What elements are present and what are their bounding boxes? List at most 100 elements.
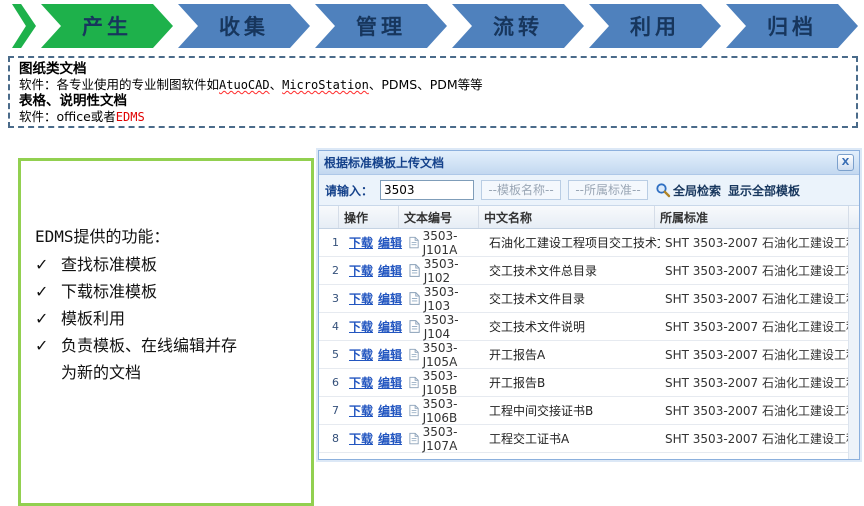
doc-chinese-name: 开工报告B [484, 374, 660, 391]
row-actions: 下载编辑 [344, 402, 404, 419]
drawings-heading: 图纸类文档 [19, 61, 847, 77]
row-actions: 下载编辑 [344, 430, 404, 447]
download-link[interactable]: 下载 [349, 318, 373, 335]
item-text: 模板利用 [61, 305, 125, 332]
table-rows: 1下载编辑3503-J101A石油化工建设工程项目交工技术文件封面ASHT 35… [319, 229, 848, 459]
edit-link[interactable]: 编辑 [378, 374, 402, 391]
search-input-label: 请输入： [325, 182, 373, 199]
doc-code: 3503-J103 [424, 285, 484, 313]
step-label: 收集 [219, 11, 269, 41]
doc-code-cell: 3503-J105B [404, 369, 484, 397]
doc-code: 3503-J107A [423, 425, 484, 453]
search-toolbar: 请输入： --模板名称-- --所属标准-- 全局检索 显示全部模板 [319, 175, 859, 206]
doc-code-cell: 3503-J107A [404, 425, 484, 453]
template-upload-window: 根据标准模板上传文档 X 请输入： --模板名称-- --所属标准-- 全局检索… [318, 150, 860, 460]
template-name-filter-dropdown[interactable]: --模板名称-- [481, 180, 561, 200]
process-step-collect: 收集 [178, 4, 310, 48]
step-label: 流转 [493, 11, 543, 41]
global-search-button[interactable]: 全局检索 [655, 182, 721, 199]
edit-link[interactable]: 编辑 [378, 234, 402, 251]
row-actions: 下载编辑 [344, 346, 404, 363]
header-scroll-spacer [849, 206, 859, 228]
table-row: 3下载编辑3503-J103交工技术文件目录SHT 3503-2007 石油化工… [319, 285, 848, 313]
row-actions: 下载编辑 [344, 262, 404, 279]
row-number: 3 [319, 292, 344, 305]
edit-link[interactable]: 编辑 [378, 318, 402, 335]
doc-standard: SHT 3503-2007 石油化工建设工程项目交工... [660, 318, 848, 335]
check-icon: ✓ [35, 278, 61, 305]
download-link[interactable]: 下载 [349, 234, 373, 251]
standard-filter-dropdown[interactable]: --所属标准-- [568, 180, 648, 200]
process-flow: 产生 收集 管理 流转 利用 归档 [12, 4, 858, 48]
item-text: 下载标准模板 [61, 278, 157, 305]
table-row: 8下载编辑3503-J107A工程交工证书ASHT 3503-2007 石油化工… [319, 425, 848, 453]
document-icon [409, 292, 420, 305]
list-item: ✓查找标准模板 [35, 251, 311, 278]
edit-link[interactable]: 编辑 [378, 346, 402, 363]
check-icon: ✓ [35, 332, 61, 386]
software-name-edms: EDMS [116, 110, 145, 124]
process-step-circulate: 流转 [452, 4, 584, 48]
header-chinese-name: 中文名称 [479, 206, 655, 228]
software-prefix: 软件：office或者 [19, 109, 116, 124]
doc-code-cell: 3503-J103 [404, 285, 484, 313]
download-link[interactable]: 下载 [349, 290, 373, 307]
software-name-microstation: MicroStation [282, 78, 369, 92]
table-row: 1下载编辑3503-J101A石油化工建设工程项目交工技术文件封面ASHT 35… [319, 229, 848, 257]
search-input[interactable] [380, 180, 474, 200]
doc-standard: SHT 3503-2007 石油化工建设工程项目交工... [660, 374, 848, 391]
item-text: 查找标准模板 [61, 251, 157, 278]
table-row: 5下载编辑3503-J105A开工报告ASHT 3503-2007 石油化工建设… [319, 341, 848, 369]
edms-features-title: EDMS提供的功能： [35, 223, 311, 247]
edit-link[interactable]: 编辑 [378, 402, 402, 419]
process-step-archive: 归档 [726, 4, 858, 48]
header-standard: 所属标准 [655, 206, 849, 228]
row-actions: 下载编辑 [344, 234, 404, 251]
doc-code-cell: 3503-J106B [404, 397, 484, 425]
table-row: 6下载编辑3503-J105B开工报告BSHT 3503-2007 石油化工建设… [319, 369, 848, 397]
software-name-autocad: AtuoCAD [219, 78, 270, 92]
row-number: 4 [319, 320, 344, 333]
software-prefix: 软件：各专业使用的专业制图软件如 [19, 77, 219, 92]
step-label: 利用 [630, 11, 680, 41]
row-number: 1 [319, 236, 344, 249]
doc-chinese-name: 开工报告A [484, 346, 660, 363]
row-number: 7 [319, 404, 344, 417]
download-link[interactable]: 下载 [349, 262, 373, 279]
edit-link[interactable]: 编辑 [378, 262, 402, 279]
doc-standard: SHT 3503-2007 石油化工建设工程项目交工... [660, 262, 848, 279]
row-actions: 下载编辑 [344, 318, 404, 335]
separator: 、 [270, 77, 283, 92]
software-rest: 、PDMS、PDM等等 [369, 77, 483, 92]
doc-code-cell: 3503-J105A [404, 341, 484, 369]
header-operation: 操作 [339, 206, 399, 228]
edit-link[interactable]: 编辑 [378, 430, 402, 447]
download-link[interactable]: 下载 [349, 402, 373, 419]
search-icon [655, 182, 671, 198]
download-link[interactable]: 下载 [349, 430, 373, 447]
global-search-label: 全局检索 [673, 182, 721, 199]
process-step-produce: 产生 [41, 4, 173, 48]
header-rownum [319, 206, 339, 228]
document-icon [409, 320, 420, 333]
close-icon[interactable]: X [837, 154, 854, 171]
drawings-software-line: 软件：各专业使用的专业制图软件如AtuoCAD、MicroStation、PDM… [19, 77, 847, 93]
edit-link[interactable]: 编辑 [378, 290, 402, 307]
table-row: 7下载编辑3503-J106B工程中间交接证书BSHT 3503-2007 石油… [319, 397, 848, 425]
row-number: 2 [319, 264, 344, 277]
check-icon: ✓ [35, 305, 61, 332]
doc-code: 3503-J106B [423, 397, 484, 425]
item-text: 负责模板、在线编辑并存 为新的文档 [61, 332, 237, 386]
doc-code-cell: 3503-J102 [404, 257, 484, 285]
row-actions: 下载编辑 [344, 374, 404, 391]
download-link[interactable]: 下载 [349, 374, 373, 391]
doc-chinese-name: 交工技术文件总目录 [484, 262, 660, 279]
doc-chinese-name: 石油化工建设工程项目交工技术文件封面A [484, 234, 660, 251]
step-label: 产生 [82, 11, 132, 41]
forms-heading: 表格、说明性文档 [19, 93, 847, 109]
forms-software-line: 软件：office或者EDMS [19, 109, 847, 125]
header-doc-code: 文本编号 [399, 206, 479, 228]
scrollbar-track[interactable] [848, 229, 859, 459]
show-all-templates-button[interactable]: 显示全部模板 [728, 182, 800, 199]
download-link[interactable]: 下载 [349, 346, 373, 363]
